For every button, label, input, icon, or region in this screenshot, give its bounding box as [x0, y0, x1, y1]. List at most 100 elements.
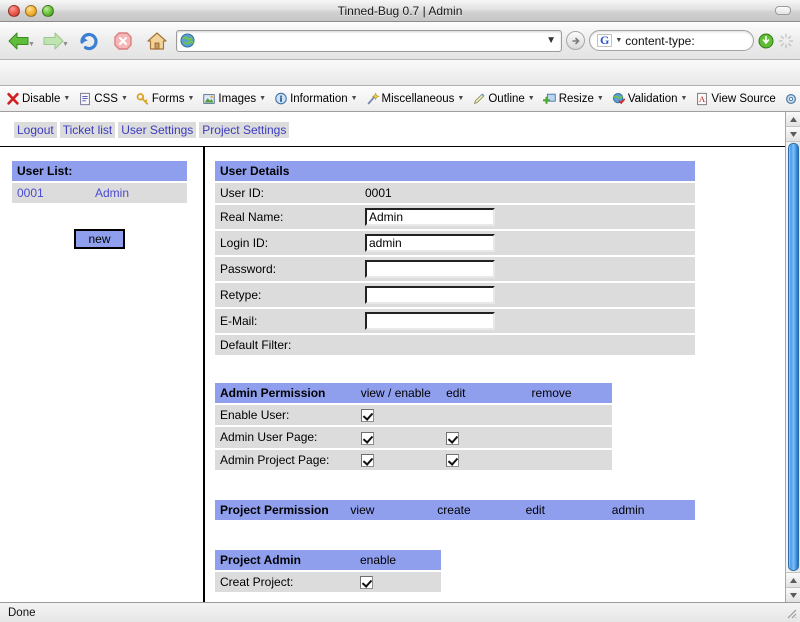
admin-user-page-edit-checkbox[interactable]	[446, 431, 460, 445]
devtool-information[interactable]: Information ▼	[270, 86, 361, 111]
devtool-forms[interactable]: Forms ▼	[132, 86, 199, 111]
scrollbar-track[interactable]	[786, 142, 800, 572]
admin-user-page-edit-cell	[441, 427, 527, 448]
new-user-button[interactable]: new	[74, 229, 125, 249]
chevron-down-icon[interactable]: ▼	[457, 95, 464, 102]
enable-user-remove-cell	[526, 405, 612, 426]
project-permission-table: Project Permission view create edit admi…	[215, 498, 695, 522]
scrollbar-thumb[interactable]	[787, 143, 799, 571]
user-list-frame: User List: 0001 Admin new	[0, 146, 205, 602]
user-name-link[interactable]: Admin	[95, 186, 129, 200]
vertical-scrollbar[interactable]	[785, 112, 800, 602]
navigation-toolbar: ▼ ▼ ▼ G ▼ content-type:	[0, 22, 800, 60]
devtool-miscellaneous[interactable]: Miscellaneous ▼	[362, 86, 469, 111]
key-forms-icon	[136, 92, 149, 105]
throbber-icon	[778, 33, 794, 48]
gear-icon	[785, 93, 796, 104]
login-id-cell	[360, 231, 695, 255]
scroll-down-arrow-top[interactable]	[785, 127, 800, 142]
page-content: Logout Ticket list User Settings Project Se…	[0, 112, 785, 602]
row-label: Admin User Page:	[215, 427, 356, 448]
go-button[interactable]	[566, 31, 585, 50]
resize-grip-icon[interactable]	[784, 606, 798, 620]
chevron-down-icon[interactable]: ▼	[680, 95, 687, 102]
forward-dropdown-caret[interactable]: ▼	[62, 41, 69, 48]
back-dropdown-caret[interactable]: ▼	[28, 41, 35, 48]
devtool-outline[interactable]: Outline ▼	[468, 86, 538, 111]
url-dropdown-caret[interactable]: ▼	[546, 35, 558, 46]
nav-link-user-settings[interactable]: User Settings	[118, 122, 197, 138]
admin-user-page-view-checkbox[interactable]	[360, 431, 374, 445]
row-label: Creat Project:	[215, 571, 355, 593]
google-logo-icon[interactable]: G	[597, 34, 613, 47]
devtool-view-source[interactable]: A View Source	[691, 86, 779, 111]
devtool-label: View Source	[711, 92, 776, 105]
real-name-cell	[360, 205, 695, 229]
project-admin-table: Project Admin enable Creat Project:	[215, 548, 441, 594]
column-header-edit: edit	[441, 383, 527, 403]
devtool-options[interactable]: Opt	[780, 86, 800, 111]
bookmarks-toolbar[interactable]	[0, 60, 800, 86]
real-name-input[interactable]	[365, 208, 495, 226]
chevron-down-icon[interactable]: ▼	[259, 95, 266, 102]
zoom-button[interactable]	[42, 4, 54, 17]
url-input[interactable]	[199, 32, 543, 49]
back-button[interactable]: ▼	[6, 26, 36, 56]
devtool-label: CSS	[94, 92, 118, 105]
chevron-down-icon[interactable]: ▼	[528, 95, 535, 102]
create-project-enable-cell	[355, 571, 441, 593]
table-row: Admin Project Page:	[215, 449, 612, 470]
devtool-images[interactable]: Images ▼	[198, 86, 270, 111]
devtool-css[interactable]: CSS ▼	[74, 86, 132, 111]
password-input[interactable]	[365, 260, 495, 278]
enable-user-view-checkbox[interactable]	[360, 409, 374, 423]
chevron-down-icon[interactable]: ▼	[351, 95, 358, 102]
nav-link-project-settings[interactable]: Project Settings	[199, 122, 290, 138]
download-arrow-icon[interactable]	[758, 33, 774, 49]
devtool-label: Information	[290, 92, 348, 105]
close-button[interactable]	[8, 4, 20, 17]
table-row: Admin User Page:	[215, 427, 612, 448]
devtool-validation[interactable]: Validation ▼	[608, 86, 692, 111]
nav-link-logout[interactable]: Logout	[14, 122, 57, 138]
search-engine-caret[interactable]: ▼	[615, 37, 622, 44]
devtool-label: Forms	[151, 92, 185, 105]
toolbar-toggle-pill[interactable]	[775, 6, 791, 15]
devtool-resize[interactable]: Resize ▼	[539, 86, 608, 111]
user-details-frame: User Details User ID: 0001 Real Name: Ad…	[205, 146, 785, 602]
chevron-down-icon[interactable]: ▼	[597, 95, 604, 102]
devtool-label: Miscellaneous	[381, 92, 455, 105]
retype-password-input[interactable]	[365, 286, 495, 304]
admin-project-page-edit-checkbox[interactable]	[446, 453, 460, 467]
search-bar[interactable]: G ▼ content-type:	[589, 30, 754, 51]
window-title: Tinned-Bug 0.7 | Admin	[337, 3, 463, 18]
login-id-input[interactable]	[365, 234, 495, 252]
email-input[interactable]	[365, 312, 495, 330]
chevron-down-icon[interactable]: ▼	[121, 95, 128, 102]
create-project-checkbox[interactable]	[360, 576, 373, 590]
table-row: Login ID:	[215, 231, 695, 255]
scroll-down-arrow[interactable]	[785, 587, 800, 602]
admin-project-page-view-checkbox[interactable]	[360, 453, 374, 467]
minimize-button[interactable]	[25, 4, 37, 17]
reload-button[interactable]	[74, 26, 104, 56]
home-button[interactable]	[142, 26, 172, 56]
nav-link-ticket-list[interactable]: Ticket list	[59, 122, 116, 138]
forward-button[interactable]: ▼	[40, 26, 70, 56]
stop-button[interactable]	[108, 26, 138, 56]
url-bar[interactable]: ▼	[176, 29, 562, 52]
table-row: User ID: 0001	[215, 183, 695, 203]
status-text: Done	[8, 606, 36, 619]
user-id-link[interactable]: 0001	[17, 186, 44, 200]
field-label: Login ID:	[215, 231, 360, 255]
resize-plus-icon	[542, 93, 556, 104]
devtool-disable[interactable]: Disable ▼	[2, 86, 74, 111]
chevron-down-icon[interactable]: ▼	[187, 95, 194, 102]
chevron-down-icon[interactable]: ▼	[63, 95, 70, 102]
scroll-up-arrow[interactable]	[785, 112, 800, 127]
pencil-icon	[474, 93, 485, 104]
scroll-up-arrow-bottom[interactable]	[785, 572, 800, 587]
search-input[interactable]: content-type:	[625, 34, 694, 48]
table-row[interactable]: 0001 Admin	[12, 183, 187, 203]
admin-project-page-edit-cell	[441, 449, 527, 470]
